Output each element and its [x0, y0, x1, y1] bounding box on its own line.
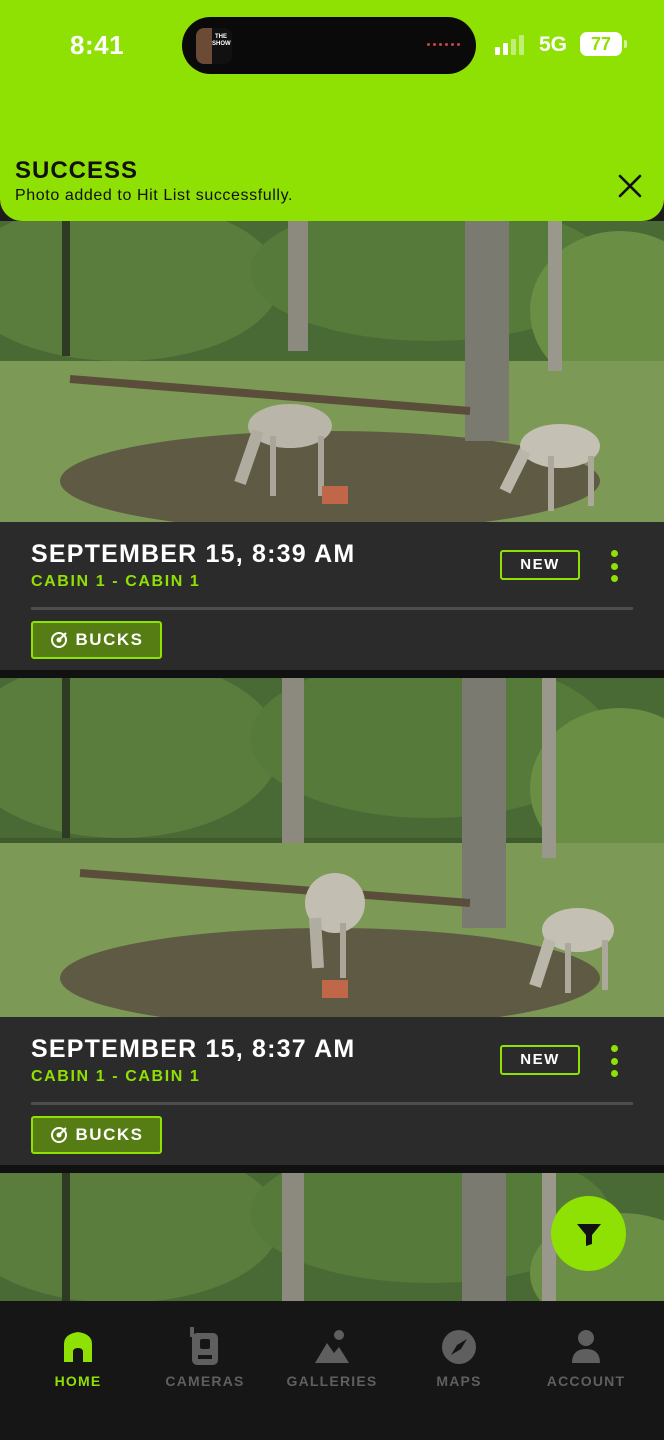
card-separator: [0, 1165, 664, 1173]
toast-title: SUCCESS: [15, 157, 139, 184]
trail-camera-photo[interactable]: [0, 221, 664, 522]
more-options-icon[interactable]: [603, 548, 625, 584]
tag-label: BUCKS: [75, 630, 144, 649]
photo-location: CABIN 1 - CABIN 1: [31, 1068, 201, 1085]
bottom-tab-bar: HOME CAMERAS GALLERIES MAPS ACCOUNT: [0, 1301, 664, 1440]
cellular-signal-icon: [495, 35, 524, 55]
dynamic-island[interactable]: THE SHOW: [182, 17, 476, 74]
battery-icon: 77: [580, 32, 627, 56]
tag-chip[interactable]: BUCKS: [31, 621, 162, 659]
tab-maps[interactable]: MAPS: [394, 1327, 524, 1389]
photo-location: CABIN 1 - CABIN 1: [31, 573, 201, 590]
live-activity-thumbnail: THE SHOW: [196, 28, 232, 64]
new-badge: NEW: [500, 550, 580, 580]
photo-card[interactable]: SEPTEMBER 15, 8:37 AM CABIN 1 - CABIN 1 …: [0, 1017, 664, 1165]
trail-camera-photo[interactable]: [0, 678, 664, 1017]
filter-button[interactable]: [551, 1196, 626, 1271]
photo-date: SEPTEMBER 15, 8:37 AM: [31, 1035, 356, 1063]
card-separator: [0, 670, 664, 678]
filter-icon: [576, 1223, 601, 1246]
divider: [31, 1102, 633, 1105]
tab-home[interactable]: HOME: [13, 1327, 143, 1389]
divider: [31, 607, 633, 610]
tab-cameras[interactable]: CAMERAS: [140, 1327, 270, 1389]
close-icon[interactable]: [612, 168, 648, 204]
target-icon: [50, 1127, 67, 1143]
tag-chip[interactable]: BUCKS: [31, 1116, 162, 1154]
network-type: 5G: [539, 33, 568, 56]
tab-label: HOME: [54, 1373, 102, 1389]
photo-card[interactable]: SEPTEMBER 15, 8:39 AM CABIN 1 - CABIN 1 …: [0, 522, 664, 670]
compass-icon: [441, 1327, 477, 1367]
tab-label: MAPS: [436, 1373, 482, 1389]
tag-label: BUCKS: [75, 1125, 144, 1144]
more-options-icon[interactable]: [603, 1043, 625, 1079]
mountains-icon: [313, 1327, 351, 1367]
success-banner: 8:41 THE SHOW 5G 77 SUCCESS Photo added …: [0, 0, 664, 221]
tab-label: GALLERIES: [286, 1373, 378, 1389]
person-icon: [570, 1327, 602, 1367]
tab-account[interactable]: ACCOUNT: [521, 1327, 651, 1389]
status-time: 8:41: [70, 30, 125, 60]
audio-indicator-icon: [427, 43, 460, 46]
target-icon: [50, 632, 67, 648]
tab-label: CAMERAS: [165, 1373, 245, 1389]
home-icon: [59, 1327, 97, 1367]
photo-date: SEPTEMBER 15, 8:39 AM: [31, 540, 356, 568]
tab-galleries[interactable]: GALLERIES: [267, 1327, 397, 1389]
tab-label: ACCOUNT: [546, 1373, 626, 1389]
toast-message: Photo added to Hit List successfully.: [15, 187, 294, 204]
new-badge: NEW: [500, 1045, 580, 1075]
live-activity-label: THE SHOW: [212, 34, 231, 47]
camera-icon: [188, 1327, 222, 1367]
